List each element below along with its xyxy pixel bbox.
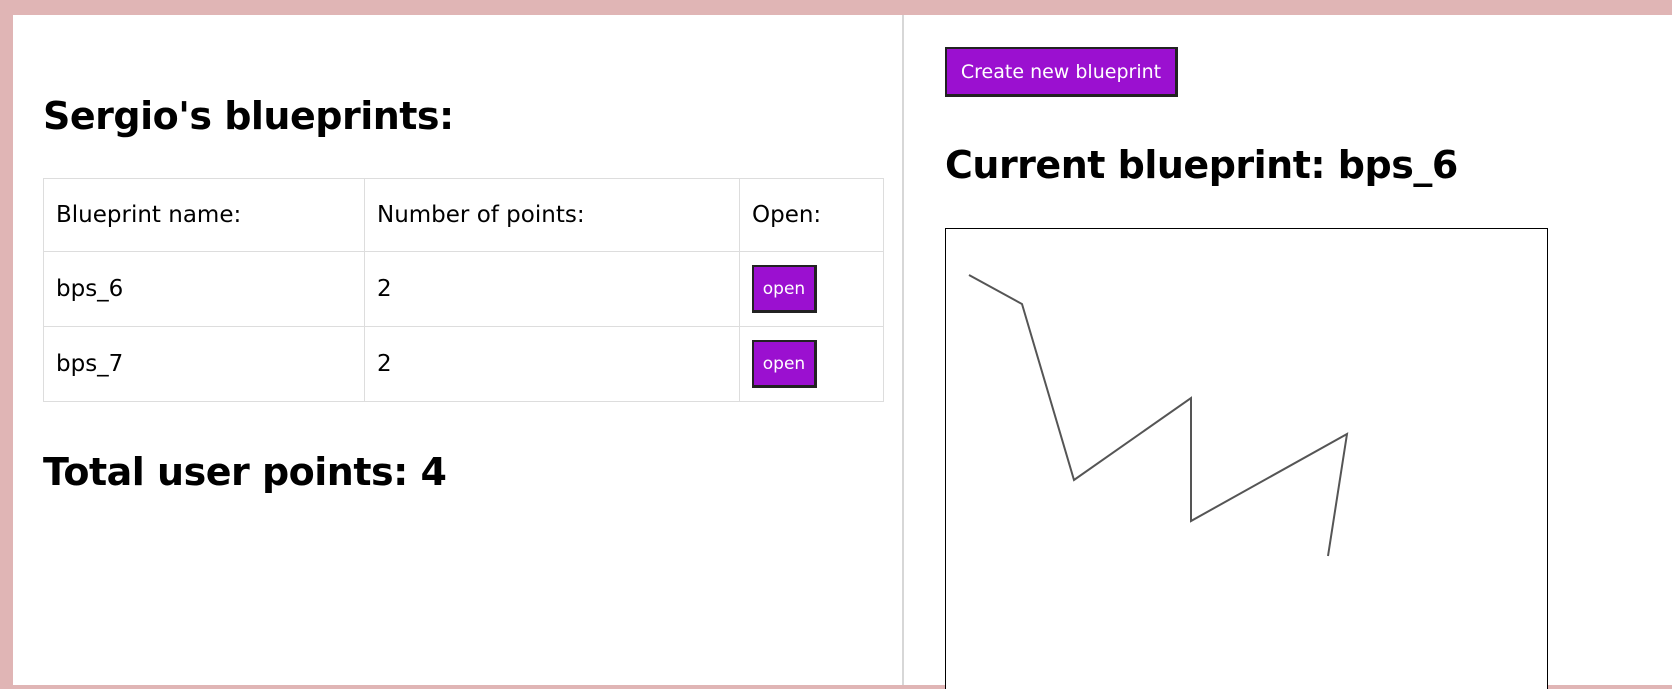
table-header-row: Blueprint name: Number of points: Open: (43, 178, 884, 252)
blueprint-name-cell: bps_7 (43, 326, 365, 402)
blueprint-drawing (968, 274, 1349, 557)
blueprints-table: Blueprint name: Number of points: Open: … (43, 178, 884, 402)
panel-divider (902, 15, 904, 685)
blueprint-name-cell: bps_6 (43, 251, 365, 327)
header-blueprint-name: Blueprint name: (43, 178, 365, 252)
blueprint-points-cell: 2 (364, 251, 740, 327)
header-number-of-points: Number of points: (364, 178, 740, 252)
user-blueprints-title: Sergio's blueprints: (43, 94, 454, 138)
blueprint-points-cell: 2 (364, 326, 740, 402)
table-row: bps_6 2 open (43, 251, 884, 327)
blueprint-canvas[interactable] (945, 228, 1548, 689)
create-blueprint-button[interactable]: Create new blueprint (945, 47, 1178, 97)
blueprint-polyline (968, 274, 1349, 557)
total-user-points: Total user points: 4 (43, 450, 447, 494)
blueprint-open-cell: open (739, 251, 884, 327)
open-blueprint-button[interactable]: open (752, 265, 817, 313)
current-blueprint-title: Current blueprint: bps_6 (945, 143, 1458, 187)
header-open: Open: (739, 178, 884, 252)
table-row: bps_7 2 open (43, 326, 884, 402)
blueprint-open-cell: open (739, 326, 884, 402)
open-blueprint-button[interactable]: open (752, 340, 817, 388)
